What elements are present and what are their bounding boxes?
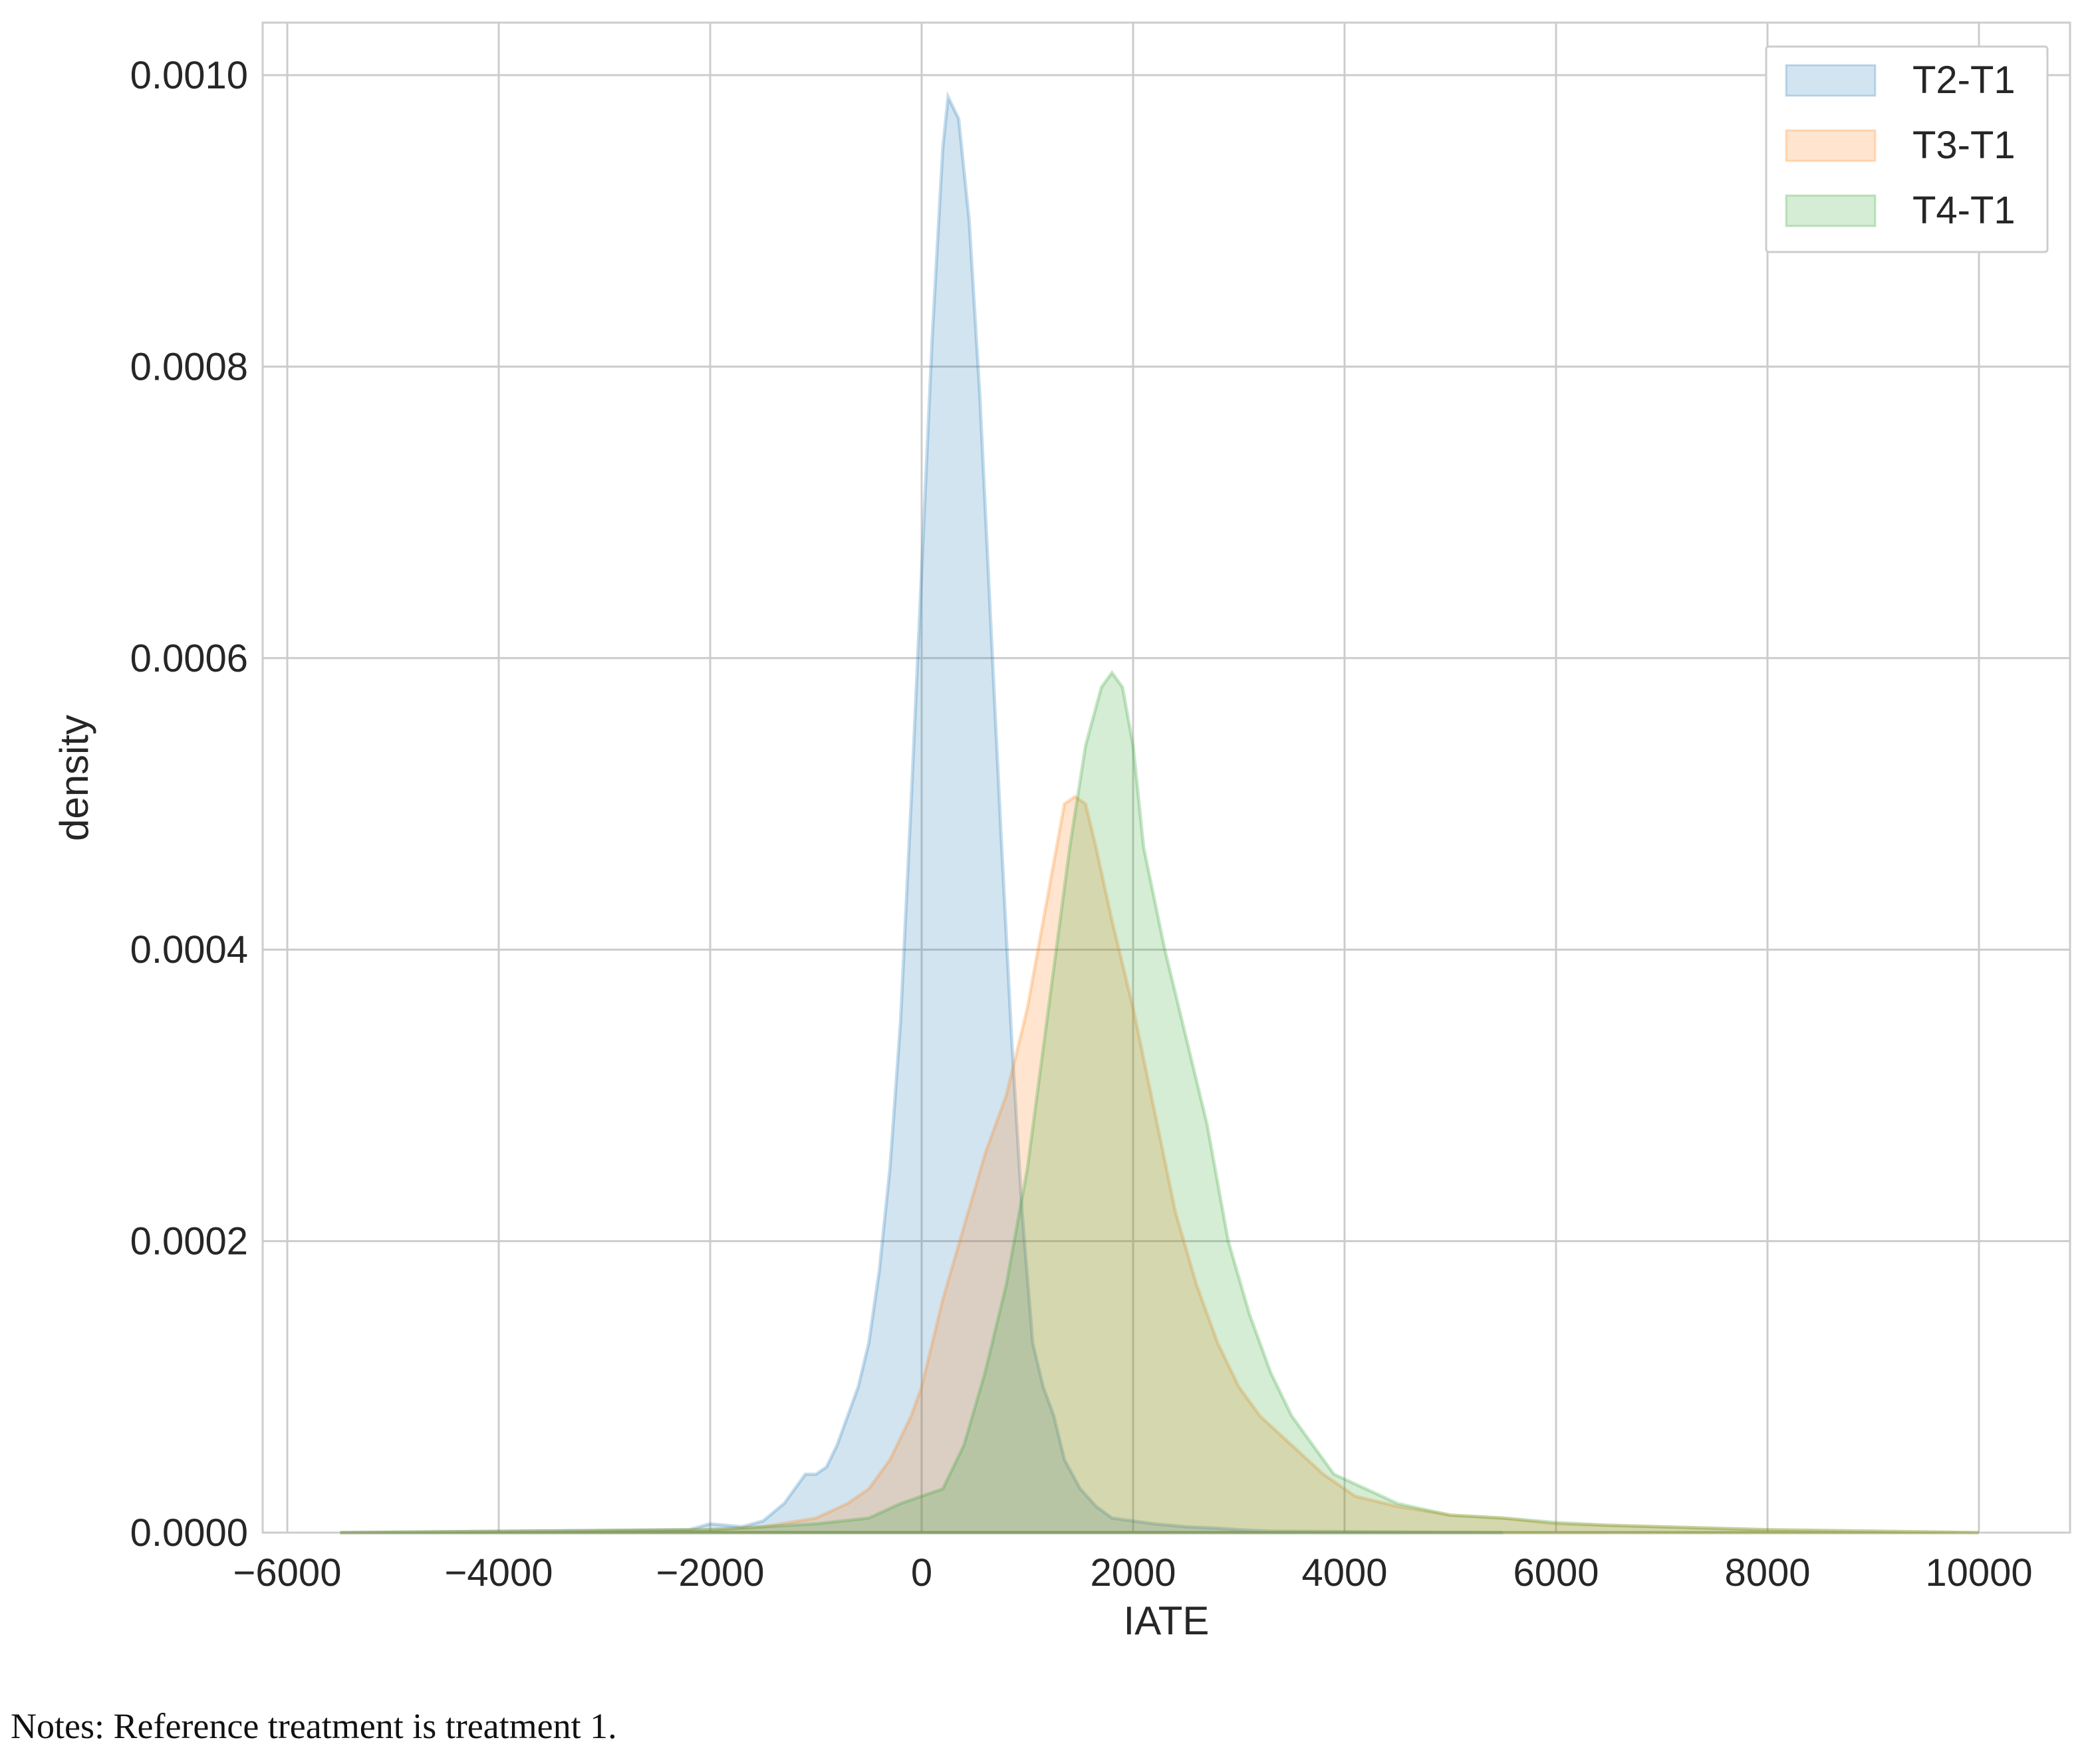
x-tick-label: −2000 [656, 1551, 765, 1594]
x-tick-label: 0 [911, 1551, 932, 1594]
y-tick-label: 0.0008 [130, 345, 248, 388]
x-tick-label: 10000 [1925, 1551, 2032, 1594]
density-chart: −6000 −4000 −2000 0 2000 4000 6000 8000 10000 0.… [52, 21, 2071, 1643]
x-tick-label: 6000 [1513, 1551, 1599, 1594]
legend-swatch [1785, 129, 1877, 162]
y-tick-label: 0.0002 [130, 1220, 248, 1263]
y-tick-labels: 0.0000 0.0002 0.0004 0.0006 0.0008 0.0010 [130, 54, 248, 1555]
x-tick-label: 2000 [1090, 1551, 1176, 1594]
y-tick-label: 0.0006 [130, 637, 248, 680]
y-axis-label: density [52, 715, 96, 841]
x-tick-labels: −6000 −4000 −2000 0 2000 4000 6000 8000 10000 [233, 1551, 2033, 1594]
legend: T2-T1 T3-T1 T4-T1 [1765, 45, 2049, 253]
y-tick-label: 0.0004 [130, 928, 248, 971]
x-tick-label: −4000 [445, 1551, 553, 1594]
figure-caption: Notes: Reference treatment is treatment … [11, 1706, 617, 1746]
x-tick-label: −6000 [233, 1551, 342, 1594]
x-tick-label: 4000 [1301, 1551, 1387, 1594]
legend-label: T4-T1 [1912, 189, 2016, 232]
legend-swatch [1785, 64, 1877, 97]
legend-swatch [1785, 194, 1877, 227]
x-tick-label: 8000 [1724, 1551, 1810, 1594]
x-axis-label: IATE [1124, 1598, 1210, 1643]
legend-label: T2-T1 [1912, 59, 2016, 102]
legend-label: T3-T1 [1912, 124, 2016, 167]
y-tick-label: 0.0010 [130, 54, 248, 97]
y-tick-label: 0.0000 [130, 1511, 248, 1555]
